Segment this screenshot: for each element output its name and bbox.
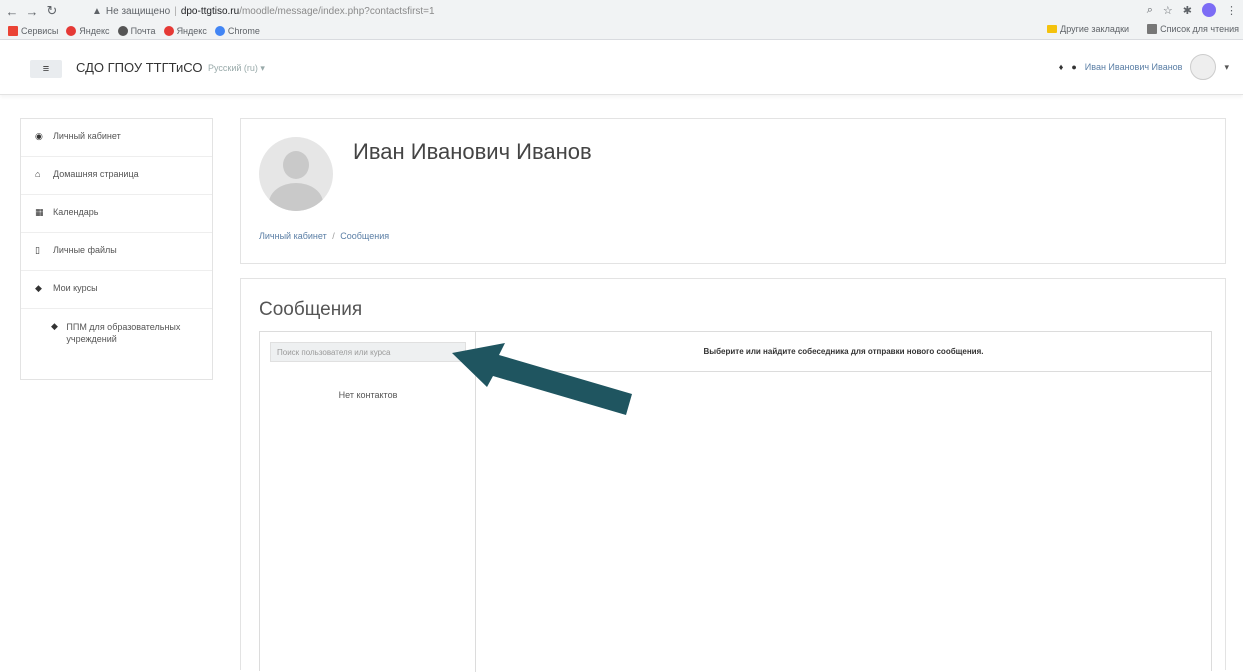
mail-icon (117, 25, 128, 36)
menu-icon: ≡ (42, 63, 50, 75)
url-path: /moodle/message/index.php?contactsfirst=… (239, 5, 435, 17)
page-header: Иван Иванович Иванов Личный кабинет / Со… (240, 118, 1226, 264)
hamburger-menu-button[interactable]: ≡ (30, 60, 62, 78)
breadcrumb-dashboard-link[interactable]: Личный кабинет (259, 231, 327, 241)
browser-toolbar: ← → ↻ ▲ Не защищено | dpo-ttgtiso.ru /mo… (0, 0, 1243, 22)
back-icon[interactable]: ← (4, 3, 20, 19)
sidebar-item-label: Домашняя страница (53, 169, 139, 179)
folder-icon (1047, 25, 1058, 33)
forward-icon[interactable]: → (24, 3, 40, 19)
calendar-icon: ▦ (35, 207, 44, 217)
breadcrumb: Личный кабинет / Сообщения (259, 231, 389, 241)
bookmarks-right: Другие закладки Список для чтения (1039, 24, 1239, 34)
bookmark-item[interactable]: Chrome (214, 25, 260, 36)
extension-icon[interactable]: ✱ (1183, 4, 1192, 17)
annotation-arrow-icon (452, 343, 632, 415)
kebab-menu-icon[interactable]: ⋮ (1226, 4, 1237, 17)
star-icon[interactable]: ☆ (1163, 4, 1173, 17)
bookmark-item[interactable]: Яндекс (163, 25, 207, 36)
reload-icon[interactable]: ↻ (44, 3, 60, 19)
bookmark-label: Сервисы (21, 25, 59, 36)
bookmark-label: Список для чтения (1160, 24, 1239, 34)
url-host: dpo-ttgtiso.ru (180, 5, 240, 17)
search-input[interactable]: Поиск пользователя или курса (270, 342, 466, 362)
bookmark-label: Почта (130, 25, 156, 36)
user-menu-name[interactable]: Иван Иванович Иванов (1085, 62, 1183, 72)
sidebar-item-label: Личный кабинет (53, 131, 121, 141)
sidebar-item-my-courses[interactable]: ◆ Мои курсы (21, 271, 212, 309)
site-navbar: ≡ СДО ГПОУ ТТГТиСО Русский (ru) ▾ ♦ ● Ив… (0, 40, 1243, 95)
security-label: Не защищено (105, 5, 171, 17)
no-contacts-text: Нет контактов (338, 390, 398, 400)
bookmark-label: Chrome (227, 25, 260, 36)
bookmark-item[interactable]: Почта (117, 25, 156, 36)
address-bar[interactable]: ▲ Не защищено | dpo-ttgtiso.ru /moodle/m… (92, 3, 1092, 19)
messages-region: Сообщения Поиск пользователя или курса Н… (240, 278, 1226, 672)
chat-icon[interactable]: ● (1071, 62, 1076, 72)
sidebar-nav: ◉ Личный кабинет ⌂ Домашняя страница ▦ К… (20, 118, 213, 380)
avatar[interactable] (1190, 54, 1217, 80)
graduation-cap-icon: ◆ (51, 321, 58, 331)
sidebar-item-home[interactable]: ⌂ Домашняя страница (21, 157, 212, 195)
apps-grid-icon (8, 25, 18, 36)
avatar-head-shape (283, 151, 309, 179)
home-icon: ⌂ (35, 169, 41, 179)
google-icon (214, 25, 225, 36)
page-title: Сообщения (259, 299, 363, 320)
bookmark-label: Яндекс (79, 25, 110, 36)
sidebar-item-label: Мои курсы (53, 283, 98, 293)
language-menu[interactable]: Русский (ru) ▾ (208, 63, 265, 74)
sidebar-item-label: ППМ для образовательных учреждений (66, 322, 181, 344)
contacts-column: Поиск пользователя или курса Нет контакт… (260, 332, 476, 672)
sidebar-item-label: Календарь (53, 207, 99, 217)
browser-actions: ⌕ ☆ ✱ ⋮ (1147, 3, 1237, 17)
avatar (259, 137, 333, 211)
user-nav: ♦ ● Иван Иванович Иванов ▾ (1059, 54, 1229, 80)
chevron-down-icon[interactable]: ▾ (1224, 62, 1229, 73)
arrow-shape (452, 343, 632, 415)
graduation-cap-icon: ◆ (35, 283, 42, 293)
sidebar-item-label: Личные файлы (53, 245, 117, 255)
yandex-icon (163, 25, 174, 36)
reading-list-icon (1147, 24, 1158, 34)
zoom-icon[interactable]: ⌕ (1147, 4, 1153, 17)
breadcrumb-messages-link[interactable]: Сообщения (340, 231, 389, 241)
profile-avatar[interactable] (1202, 3, 1216, 17)
breadcrumb-separator: / (332, 231, 335, 241)
bookmark-apps[interactable]: Сервисы (8, 25, 59, 36)
address-separator: | (174, 5, 177, 17)
site-name[interactable]: СДО ГПОУ ТТГТиСО (76, 60, 202, 75)
sidebar-item-calendar[interactable]: ▦ Календарь (21, 195, 212, 233)
bookmarks-bar: Сервисы Яндекс Почта Яндекс Chrome Други… (0, 22, 1243, 40)
bookmark-reading-list[interactable]: Список для чтения (1147, 24, 1239, 34)
avatar-body-shape (269, 183, 323, 211)
sidebar-item-course[interactable]: ◆ ППМ для образовательных учреждений (21, 309, 212, 355)
yandex-icon (66, 25, 77, 36)
sidebar-item-private-files[interactable]: ▯ Личные файлы (21, 233, 212, 271)
bookmark-label: Другие закладки (1060, 24, 1130, 34)
dashboard-icon: ◉ (35, 131, 43, 141)
file-icon: ▯ (35, 245, 40, 255)
bookmark-label: Яндекс (176, 25, 207, 36)
warning-icon: ▲ (92, 5, 102, 17)
profile-name: Иван Иванович Иванов (353, 139, 592, 164)
bell-icon[interactable]: ♦ (1059, 62, 1064, 72)
sidebar-item-dashboard[interactable]: ◉ Личный кабинет (21, 119, 212, 157)
messaging-panel: Поиск пользователя или курса Нет контакт… (259, 331, 1212, 672)
bookmark-other[interactable]: Другие закладки (1047, 24, 1129, 34)
bookmark-item[interactable]: Яндекс (66, 25, 110, 36)
